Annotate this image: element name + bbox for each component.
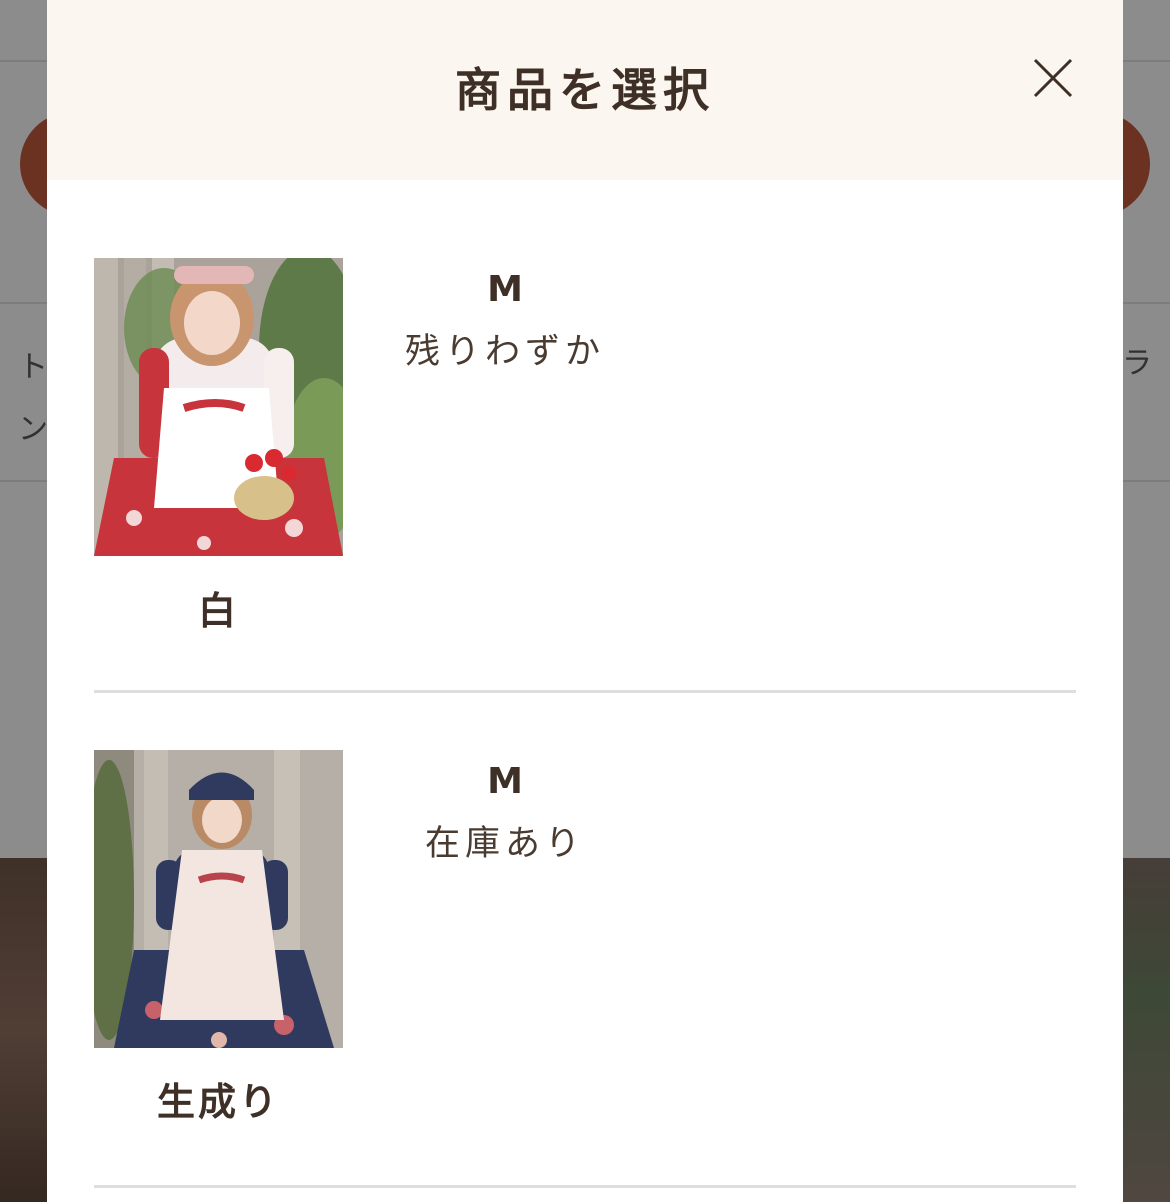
- product-color-name: 白: [197, 589, 239, 633]
- size-label: M: [487, 761, 523, 802]
- modal-title: 商品を選択: [455, 63, 715, 117]
- product-option[interactable]: 白 M 残りわずか: [94, 180, 1076, 693]
- stock-status: 残りわずか: [404, 332, 605, 372]
- stock-status: 在庫あり: [424, 824, 585, 864]
- product-variant[interactable]: M 在庫あり: [389, 760, 621, 866]
- product-thumbnail: [94, 750, 343, 1048]
- product-thumbnail: [94, 258, 343, 556]
- close-icon: [1033, 58, 1073, 98]
- product-color-name: 生成り: [156, 1080, 280, 1124]
- product-list: 白 M 残りわずか 生成り M 在庫あり: [94, 180, 1076, 1188]
- product-option[interactable]: 生成り M 在庫あり: [94, 693, 1076, 1188]
- modal-header: 商品を選択: [47, 0, 1123, 180]
- product-variant[interactable]: M 残りわずか: [389, 268, 621, 374]
- close-button[interactable]: [1032, 57, 1074, 99]
- product-select-modal: 商品を選択 白 M 残りわずか 生成り M 在庫あり: [47, 0, 1123, 1202]
- size-label: M: [487, 269, 523, 310]
